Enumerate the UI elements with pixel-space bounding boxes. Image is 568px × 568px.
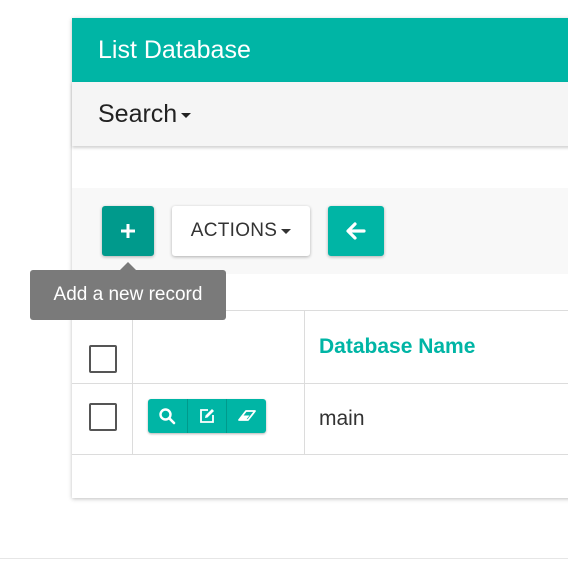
page-divider (0, 558, 568, 559)
table-row: main (72, 383, 568, 455)
edit-record-button[interactable] (188, 399, 228, 433)
column-divider (132, 383, 133, 454)
search-label: Search (98, 100, 178, 128)
column-divider (132, 311, 133, 383)
plus-icon (121, 224, 135, 238)
caret-down-icon (181, 112, 192, 118)
select-all-checkbox[interactable] (89, 345, 117, 373)
search-icon (159, 408, 176, 425)
back-button[interactable] (328, 206, 384, 256)
view-record-button[interactable] (148, 399, 188, 433)
arrow-left-icon (346, 222, 366, 240)
column-header-database-name[interactable]: Database Name (319, 311, 475, 383)
eraser-icon (237, 410, 256, 421)
panel-title: List Database (72, 18, 568, 82)
database-name-cell: main (319, 407, 365, 430)
add-record-tooltip: Add a new record (30, 270, 226, 320)
row-actions-group (148, 399, 266, 433)
column-divider (304, 311, 305, 383)
edit-icon (200, 409, 214, 423)
delete-record-button[interactable] (227, 399, 266, 433)
list-panel: List Database Search ACTIONS Database Na… (72, 18, 568, 498)
caret-down-icon (281, 228, 292, 234)
table-header-row: Database Name (72, 310, 568, 384)
actions-label: ACTIONS (190, 220, 278, 241)
toolbar: ACTIONS (72, 188, 568, 274)
row-checkbox[interactable] (89, 403, 117, 431)
column-divider (304, 383, 305, 454)
search-toggle[interactable]: Search (72, 82, 568, 146)
actions-dropdown-button[interactable]: ACTIONS (172, 206, 310, 256)
add-record-button[interactable] (102, 206, 154, 256)
tooltip-arrow (120, 262, 136, 270)
